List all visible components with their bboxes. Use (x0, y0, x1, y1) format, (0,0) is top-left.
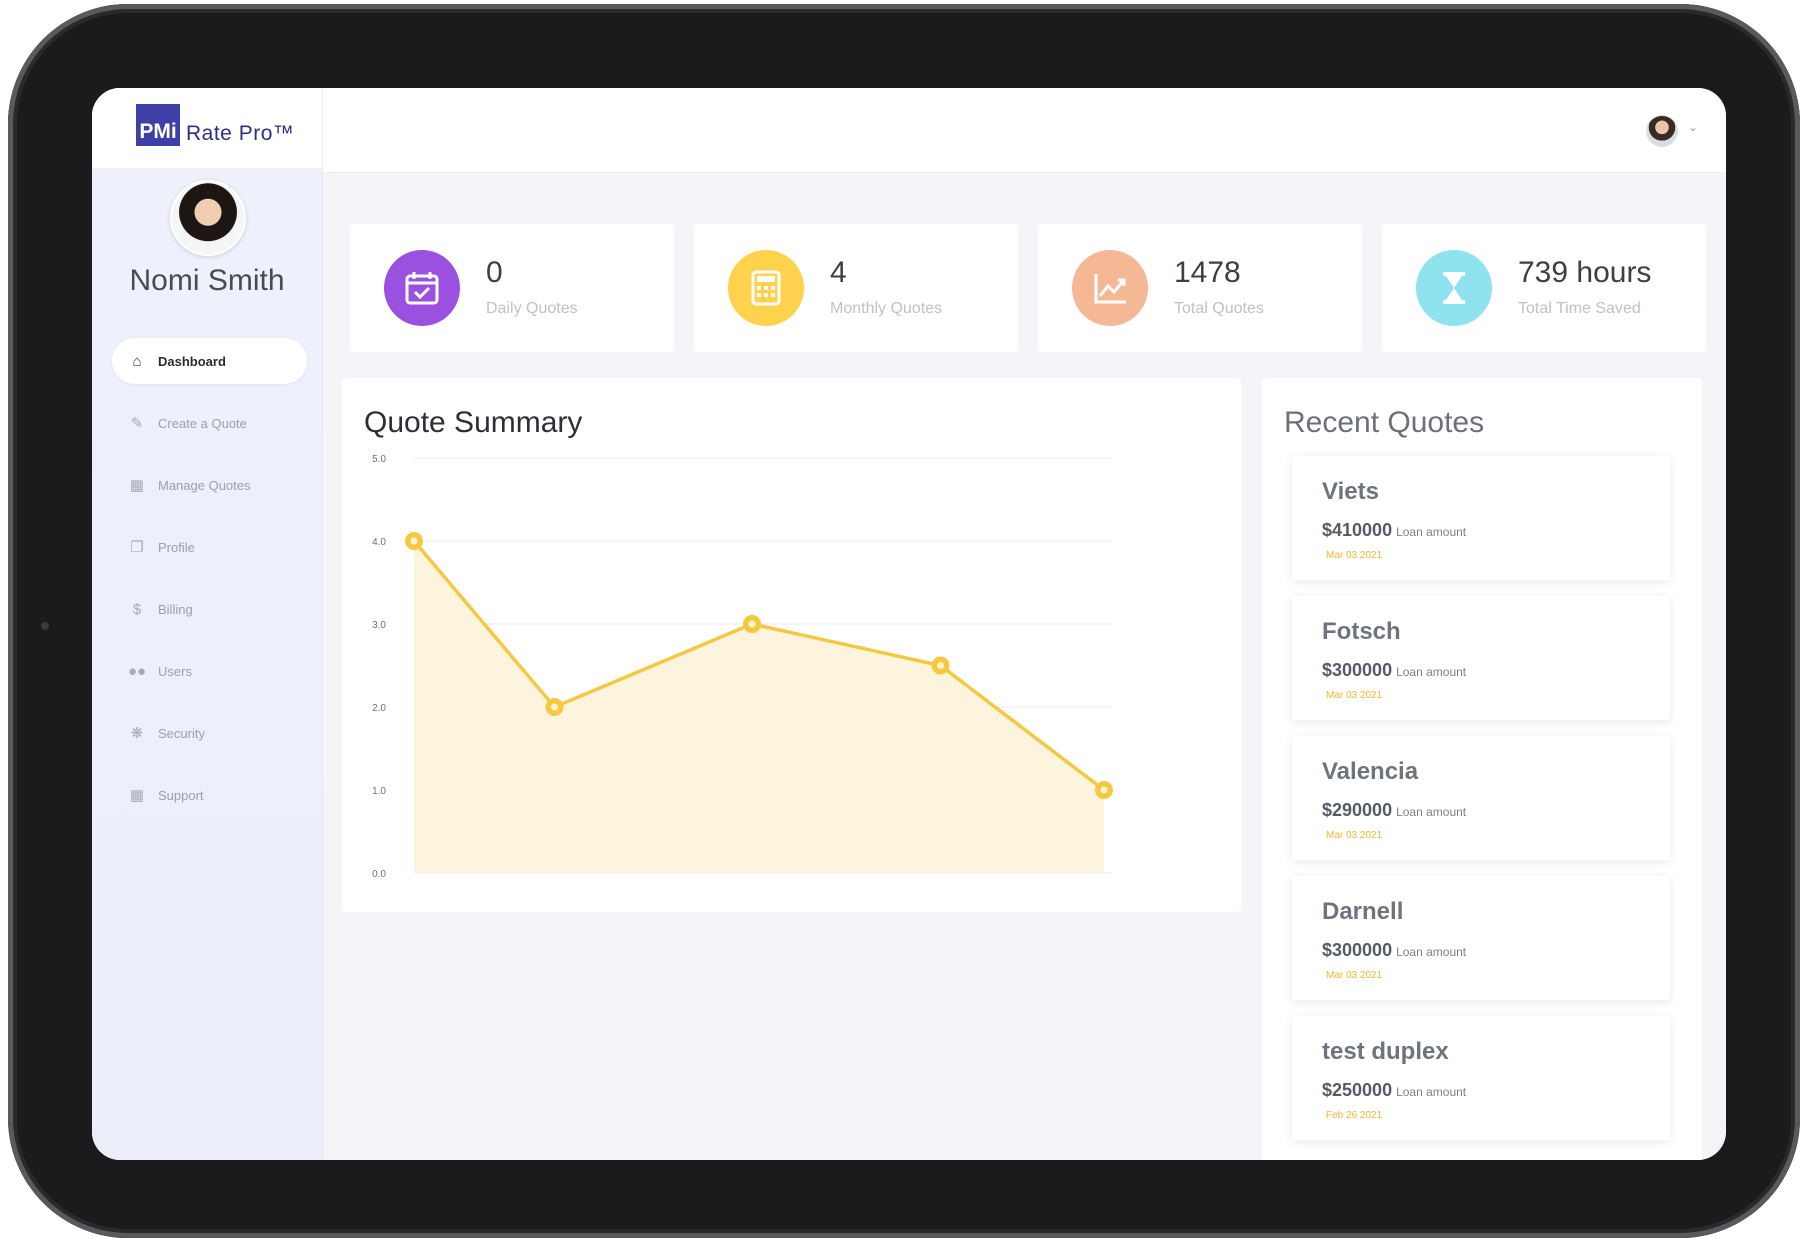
stat-card-time-saved: 739 hours Total Time Saved (1382, 224, 1706, 352)
logo-mark: PMi (136, 104, 180, 146)
data-point-center (551, 703, 558, 711)
quote-name: Fotsch (1322, 618, 1401, 645)
hourglass-icon (1416, 250, 1492, 326)
sidebar-item-label: Billing (158, 601, 193, 617)
amount-label: Loan amount (1396, 945, 1467, 959)
recent-quote-card[interactable]: Fotsch $300000 Loan amount Mar 03 2021 (1292, 596, 1670, 720)
y-tick-label: 0.0 (372, 869, 386, 880)
quote-name: test duplex (1322, 1038, 1449, 1065)
quote-amount: $300000 (1322, 940, 1393, 960)
data-point-center (937, 662, 944, 669)
panel-title: Recent Quotes (1284, 406, 1485, 439)
sidebar-nav: ⌂ Dashboard ✎ Create a Quote ▦ Manage Qu… (112, 338, 307, 834)
users-icon: ●● (128, 662, 147, 680)
sidebar: PMi Rate Pro™ Nomi Smith ⌂ Dashboard ✎ C… (92, 88, 323, 1160)
amount-label: Loan amount (1396, 665, 1467, 679)
sidebar-item-billing[interactable]: $ Billing (112, 586, 307, 632)
sidebar-item-label: Profile (158, 539, 195, 555)
quote-summary-panel: Quote Summary 5.0 4.0 3.0 2.0 1.0 0.0 (342, 378, 1241, 912)
stat-label: Total Quotes (1174, 300, 1264, 317)
copy-icon: ❐ (130, 539, 144, 556)
calculator-icon (728, 250, 804, 326)
quote-name: Darnell (1322, 898, 1404, 925)
quote-name: Viets (1322, 478, 1379, 505)
quote-amount-row: $410000 Loan amount (1322, 520, 1466, 541)
sidebar-item-label: Manage Quotes (158, 477, 251, 493)
quote-amount: $300000 (1322, 660, 1393, 680)
stat-value: 1478 (1174, 256, 1241, 289)
stat-label: Monthly Quotes (830, 300, 943, 317)
sidebar-item-security[interactable]: ❋ Security (112, 710, 307, 756)
quote-date: Mar 03 2021 (1326, 830, 1383, 841)
data-point-center (1100, 786, 1108, 794)
quote-amount: $290000 (1322, 800, 1393, 820)
sidebar-item-label: Users (158, 663, 192, 679)
quote-amount-row: $300000 Loan amount (1322, 660, 1466, 681)
sidebar-item-label: Dashboard (158, 353, 226, 369)
quote-amount: $250000 (1322, 1080, 1393, 1100)
avatar (170, 180, 246, 256)
table-icon: ▦ (129, 477, 145, 494)
user-avatar-menu[interactable] (1646, 115, 1678, 147)
chart-line-icon (1072, 250, 1148, 326)
quote-date: Mar 03 2021 (1326, 690, 1383, 701)
top-bar: ⌄ (92, 88, 1726, 173)
quote-amount-row: $300000 Loan amount (1322, 940, 1466, 961)
data-point-center (410, 537, 418, 545)
recent-quotes-panel: Recent Quotes Viets $410000 Loan amount M… (1262, 378, 1702, 1160)
quote-summary-chart: 5.0 4.0 3.0 2.0 1.0 0.0 (372, 454, 1113, 880)
chevron-down-icon[interactable]: ⌄ (1688, 120, 1698, 134)
sidebar-item-label: Create a Quote (158, 415, 247, 431)
sidebar-item-users[interactable]: ●● Users (112, 648, 307, 694)
app-screen: ⌄ PMi Rate Pro™ Nomi Smith ⌂ Dashboard ✎… (92, 88, 1726, 1160)
y-tick-label: 2.0 (372, 703, 386, 714)
quote-date: Mar 03 2021 (1326, 550, 1383, 561)
stat-card-daily-quotes: 0 Daily Quotes (350, 224, 674, 352)
amount-label: Loan amount (1396, 805, 1467, 819)
y-tick-label: 4.0 (372, 537, 386, 548)
stat-label: Total Time Saved (1518, 300, 1641, 317)
stat-value: 0 (486, 256, 503, 289)
stat-value: 4 (830, 256, 847, 289)
tablet-frame: ⌄ PMi Rate Pro™ Nomi Smith ⌂ Dashboard ✎… (8, 4, 1800, 1238)
brand-logo[interactable]: PMi Rate Pro™ (92, 88, 322, 168)
calendar-check-icon (384, 250, 460, 326)
sidebar-item-label: Security (158, 725, 205, 741)
bug-icon: ❋ (130, 725, 144, 742)
camera-dot (41, 622, 49, 630)
y-tick-label: 5.0 (372, 454, 386, 465)
edit-icon: ✎ (130, 415, 144, 432)
user-name: Nomi Smith (129, 264, 285, 297)
dollar-icon: $ (132, 600, 142, 618)
quote-date: Feb 26 2021 (1326, 1110, 1383, 1121)
sidebar-item-profile[interactable]: ❐ Profile (112, 524, 307, 570)
home-icon: ⌂ (132, 352, 142, 370)
sidebar-item-label: Support (158, 787, 204, 803)
recent-quote-card[interactable]: Darnell $300000 Loan amount Mar 03 2021 (1292, 876, 1670, 1000)
y-tick-label: 1.0 (372, 786, 386, 797)
stat-value: 739 hours (1518, 256, 1652, 289)
logo-text: Rate Pro™ (186, 122, 295, 145)
stat-card-monthly-quotes: 4 Monthly Quotes (694, 224, 1018, 352)
y-tick-label: 3.0 (372, 620, 386, 631)
sidebar-item-dashboard[interactable]: ⌂ Dashboard (112, 338, 307, 384)
quote-name: Valencia (1322, 758, 1419, 785)
quote-amount-row: $290000 Loan amount (1322, 800, 1466, 821)
sidebar-item-create-quote[interactable]: ✎ Create a Quote (112, 400, 307, 446)
quote-amount-row: $250000 Loan amount (1322, 1080, 1466, 1101)
recent-quote-card[interactable]: Viets $410000 Loan amount Mar 03 2021 (1292, 456, 1670, 580)
amount-label: Loan amount (1396, 1085, 1467, 1099)
quote-amount: $410000 (1322, 520, 1393, 540)
recent-quote-card[interactable]: Valencia $290000 Loan amount Mar 03 2021 (1292, 736, 1670, 860)
recent-quote-card[interactable]: test duplex $250000 Loan amount Feb 26 20… (1292, 1016, 1670, 1140)
data-point-center (748, 620, 756, 628)
sidebar-item-support[interactable]: ▦ Support (112, 772, 307, 818)
sidebar-item-manage-quotes[interactable]: ▦ Manage Quotes (112, 462, 307, 508)
stat-label: Daily Quotes (486, 300, 578, 317)
stat-card-total-quotes: 1478 Total Quotes (1038, 224, 1362, 352)
amount-label: Loan amount (1396, 525, 1467, 539)
windows-icon: ▦ (129, 787, 145, 804)
quote-date: Mar 03 2021 (1326, 970, 1383, 981)
